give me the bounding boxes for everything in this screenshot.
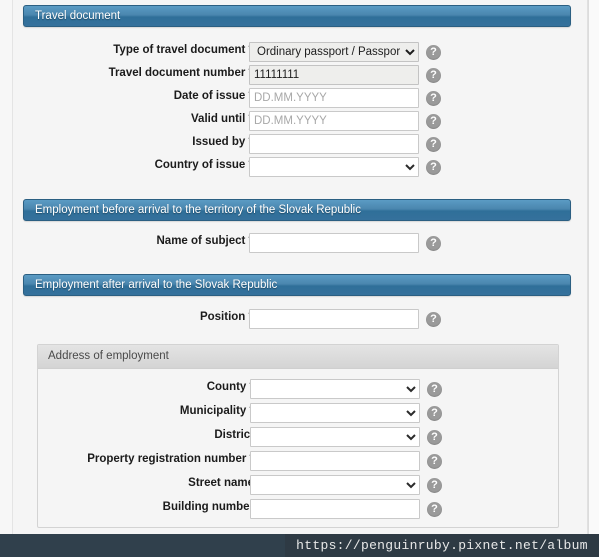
label-street-name: Street name: [188, 477, 254, 489]
select-municipality[interactable]: [250, 403, 420, 423]
select-county[interactable]: [250, 379, 420, 399]
form-page: Travel document Type of travel document …: [0, 0, 599, 557]
label-text: Building number: [162, 501, 254, 513]
help-icon[interactable]: ?: [426, 114, 441, 129]
help-icon[interactable]: ?: [426, 137, 441, 152]
label-position: Position *: [200, 311, 253, 323]
help-icon[interactable]: ?: [427, 406, 442, 421]
help-icon[interactable]: ?: [426, 312, 441, 327]
help-icon[interactable]: ?: [426, 91, 441, 106]
subpanel-address-of-employment: Address of employment County * ? Municip…: [37, 344, 559, 528]
form-row-type-of-travel-document: Type of travel document * Ordinary passp…: [13, 42, 589, 64]
input-date-of-issue[interactable]: [249, 88, 419, 108]
input-property-registration-number[interactable]: [250, 451, 420, 471]
question-mark-icon: ?: [430, 138, 437, 150]
question-mark-icon: ?: [431, 503, 438, 515]
help-icon[interactable]: ?: [427, 454, 442, 469]
label-type-of-travel-document: Type of travel document *: [113, 44, 253, 56]
help-icon[interactable]: ?: [426, 160, 441, 175]
label-text: County: [206, 381, 247, 393]
input-name-of-subject[interactable]: [249, 233, 419, 253]
label-building-number: Building number: [163, 501, 254, 513]
help-icon[interactable]: ?: [427, 502, 442, 517]
select-type-of-travel-document[interactable]: Ordinary passport / Passport: [249, 42, 419, 62]
label-travel-document-number: Travel document number *: [109, 67, 253, 79]
label-district: District: [214, 429, 254, 441]
question-mark-icon: ?: [430, 92, 437, 104]
input-valid-until[interactable]: [249, 111, 419, 131]
question-mark-icon: ?: [431, 383, 438, 395]
question-mark-icon: ?: [430, 115, 437, 127]
question-mark-icon: ?: [431, 455, 438, 467]
label-municipality: Municipality *: [180, 405, 254, 417]
label-valid-until: Valid until *: [191, 113, 253, 125]
label-country-of-issue: Country of issue *: [155, 159, 253, 171]
help-icon[interactable]: ?: [426, 45, 441, 60]
label-county: County *: [207, 381, 254, 393]
question-mark-icon: ?: [431, 479, 438, 491]
form-content-area: Travel document Type of travel document …: [12, 0, 588, 557]
form-row-street-name: Street name ?: [14, 475, 590, 497]
help-icon[interactable]: ?: [426, 68, 441, 83]
help-icon[interactable]: ?: [427, 430, 442, 445]
form-row-issued-by: Issued by * ?: [13, 134, 589, 156]
label-text: Municipality: [179, 405, 247, 417]
watermark-url: https://penguinruby.pixnet.net/album: [296, 538, 588, 553]
section-header-employment-after-arrival: Employment after arrival to the Slovak R…: [23, 274, 571, 296]
question-mark-icon: ?: [430, 69, 437, 81]
form-row-country-of-issue: Country of issue * ?: [13, 157, 589, 179]
label-text: District: [214, 429, 254, 441]
question-mark-icon: ?: [431, 407, 438, 419]
watermark-bar: https://penguinruby.pixnet.net/album: [285, 534, 599, 557]
form-row-valid-until: Valid until * ?: [13, 111, 589, 133]
help-icon[interactable]: ?: [426, 236, 441, 251]
form-row-name-of-subject: Name of subject * ?: [13, 233, 589, 255]
form-row-district: District ?: [14, 427, 590, 449]
question-mark-icon: ?: [430, 237, 437, 249]
bottom-strip: [0, 534, 285, 557]
question-mark-icon: ?: [430, 161, 437, 173]
form-row-building-number: Building number ?: [14, 499, 590, 521]
label-text: Date of issue: [173, 90, 246, 102]
input-position[interactable]: [249, 309, 419, 329]
label-text: Country of issue: [154, 159, 246, 171]
label-text: Type of travel document: [113, 44, 246, 56]
select-district[interactable]: [250, 427, 420, 447]
label-text: Street name: [188, 477, 254, 489]
select-country-of-issue[interactable]: [249, 157, 419, 177]
section-header-travel-document: Travel document: [23, 5, 571, 27]
form-row-county: County * ?: [14, 379, 590, 401]
label-text: Property registration number: [87, 453, 247, 465]
help-icon[interactable]: ?: [427, 382, 442, 397]
form-row-position: Position * ?: [13, 309, 589, 331]
question-mark-icon: ?: [430, 313, 437, 325]
help-icon[interactable]: ?: [427, 478, 442, 493]
form-row-travel-document-number: Travel document number * ?: [13, 65, 589, 87]
label-text: Valid until: [191, 113, 246, 125]
input-issued-by[interactable]: [249, 134, 419, 154]
right-gutter: [588, 0, 599, 557]
section-header-employment-before-arrival: Employment before arrival to the territo…: [23, 199, 571, 221]
label-text: Travel document number: [108, 67, 246, 79]
label-text: Issued by: [192, 136, 246, 148]
question-mark-icon: ?: [430, 46, 437, 58]
label-text: Name of subject: [156, 235, 246, 247]
form-row-municipality: Municipality * ?: [14, 403, 590, 425]
label-property-registration-number: Property registration number *: [87, 453, 254, 465]
form-row-date-of-issue: Date of issue * ?: [13, 88, 589, 110]
select-street-name[interactable]: [250, 475, 420, 495]
label-date-of-issue: Date of issue *: [174, 90, 253, 102]
form-row-property-registration-number: Property registration number * ?: [14, 451, 590, 473]
label-name-of-subject: Name of subject *: [157, 235, 254, 247]
subpanel-header-address-of-employment: Address of employment: [38, 345, 558, 369]
input-building-number[interactable]: [250, 499, 420, 519]
label-text: Position: [199, 311, 246, 323]
label-issued-by: Issued by *: [192, 136, 253, 148]
question-mark-icon: ?: [431, 431, 438, 443]
input-travel-document-number[interactable]: [249, 65, 419, 85]
